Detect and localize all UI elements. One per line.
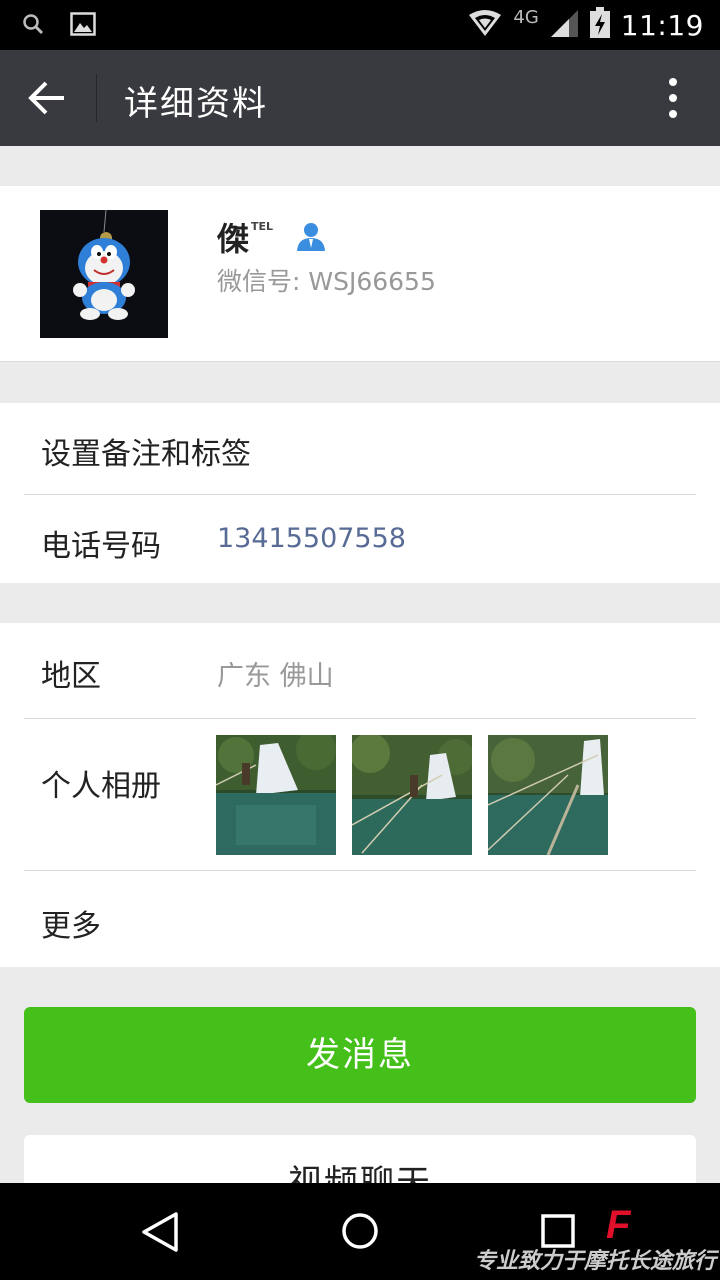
phone-number[interactable]: 13415507558 (217, 523, 406, 554)
name-row: 傑 TEL (217, 214, 327, 260)
avatar[interactable] (40, 210, 168, 338)
album-photo[interactable] (216, 735, 336, 855)
set-remark-label: 设置备注和标签 (41, 437, 251, 472)
wifi-icon (467, 9, 503, 41)
tel-tag: TEL (251, 220, 274, 233)
arrow-left-icon (28, 81, 64, 115)
album-photo[interactable] (352, 735, 472, 855)
toolbar-divider (96, 74, 97, 122)
more-vertical-icon (669, 78, 677, 118)
send-message-button[interactable]: 发消息 (24, 1007, 696, 1103)
set-remark-row[interactable]: 设置备注和标签 (0, 403, 720, 493)
system-nav-bar: F 专业致力于摩托长途旅行 (0, 1183, 720, 1280)
phone-label: 电话号码 (41, 529, 161, 564)
album-row[interactable]: 个人相册 (0, 719, 720, 871)
back-button[interactable] (26, 78, 70, 118)
more-label: 更多 (41, 909, 101, 944)
top-toolbar: 详细资料 (0, 50, 720, 146)
nav-back-icon[interactable] (140, 1211, 180, 1257)
status-bar: 4G 11:19 (0, 0, 720, 50)
person-icon (295, 220, 327, 252)
image-icon (70, 12, 96, 40)
watermark-logo: F (606, 1203, 631, 1247)
phone-row[interactable]: 电话号码 13415507558 (0, 495, 720, 585)
contact-name: 傑 (217, 220, 250, 258)
album-label: 个人相册 (41, 769, 161, 804)
region-label: 地区 (41, 659, 101, 694)
info-section: 地区 广东 佛山 个人相册 更多 (0, 623, 720, 967)
profile-card: 傑 TEL 微信号: WSJ66655 (0, 186, 720, 362)
clock: 11:19 (620, 8, 704, 42)
signal-icon (549, 8, 579, 42)
album-photo[interactable] (488, 735, 608, 855)
region-value: 广东 佛山 (217, 661, 334, 692)
wechat-id: 微信号: WSJ66655 (217, 267, 436, 296)
more-row[interactable]: 更多 (0, 871, 720, 967)
watermark-text: 专业致力于摩托长途旅行 (474, 1249, 717, 1274)
search-icon (22, 13, 44, 39)
remark-phone-section: 设置备注和标签 电话号码 13415507558 (0, 403, 720, 583)
region-row: 地区 广东 佛山 (0, 623, 720, 718)
battery-charging-icon (589, 7, 611, 43)
network-type: 4G (513, 6, 539, 28)
nav-home-icon[interactable] (340, 1211, 380, 1255)
more-options-button[interactable] (666, 76, 680, 120)
page-title: 详细资料 (124, 84, 268, 124)
